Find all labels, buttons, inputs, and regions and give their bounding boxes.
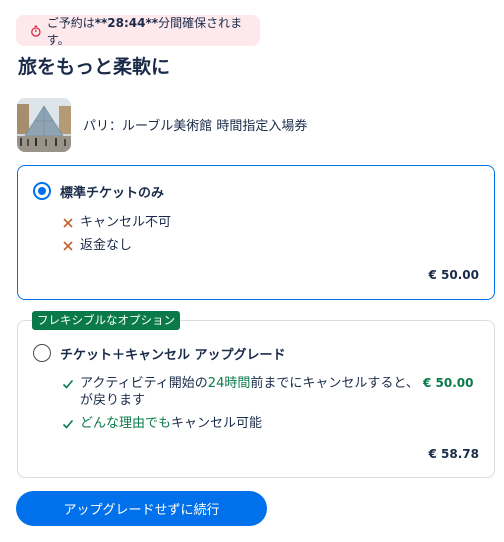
x-icon: [63, 241, 73, 251]
feature-text: アクティビティ開始の24時間前までにキャンセルすると、 € 50.00 が戻ります: [80, 376, 474, 408]
option-upgrade-radio[interactable]: [33, 344, 51, 362]
feature-item: どんな理由でもキャンセル可能: [62, 415, 262, 432]
feature-text: 返金なし: [80, 238, 133, 253]
feature-item: キャンセル不可: [62, 214, 171, 231]
x-icon: [63, 218, 73, 228]
option-upgrade-title: チケット＋キャンセル アップグレード: [60, 348, 286, 363]
check-icon: [62, 419, 74, 429]
feature-item: 返金なし: [62, 237, 132, 254]
option-standard-ticket[interactable]: 標準チケットのみ キャンセル不可 返金なし € 50.00: [17, 165, 495, 300]
product-name: パリ：ルーブル美術館 時間指定入場券: [83, 118, 308, 134]
feature-item: アクティビティ開始の24時間前までにキャンセルすると、 € 50.00 が戻ります: [62, 375, 482, 409]
option-cancel-upgrade[interactable]: チケット＋キャンセル アップグレード アクティビティ開始の24時間前までにキャン…: [17, 320, 495, 478]
reservation-timer-banner: ご予約は**28:44**分間確保されます。: [16, 15, 260, 47]
timer-text: ご予約は**28:44**分間確保されます。: [46, 15, 243, 47]
option-upgrade-price: € 58.78: [428, 447, 479, 461]
feature-text: キャンセル不可: [80, 215, 172, 230]
continue-without-upgrade-button[interactable]: アップグレードせずに続行: [16, 491, 267, 526]
product-summary: パリ：ルーブル美術館 時間指定入場券: [17, 98, 307, 152]
option-standard-title: 標準チケットのみ: [60, 186, 165, 201]
check-icon: [62, 379, 74, 389]
page-title: 旅をもっと柔軟に: [18, 56, 171, 78]
stopwatch-icon: [31, 25, 41, 37]
feature-text: どんな理由でもキャンセル可能: [80, 416, 263, 431]
timer-time: **28:44**: [94, 15, 159, 30]
option-standard-price: € 50.00: [428, 268, 479, 282]
option-standard-radio[interactable]: [33, 182, 51, 200]
louvre-thumbnail: [17, 98, 71, 152]
flexible-option-badge: フレキシブルなオプション: [32, 311, 180, 330]
